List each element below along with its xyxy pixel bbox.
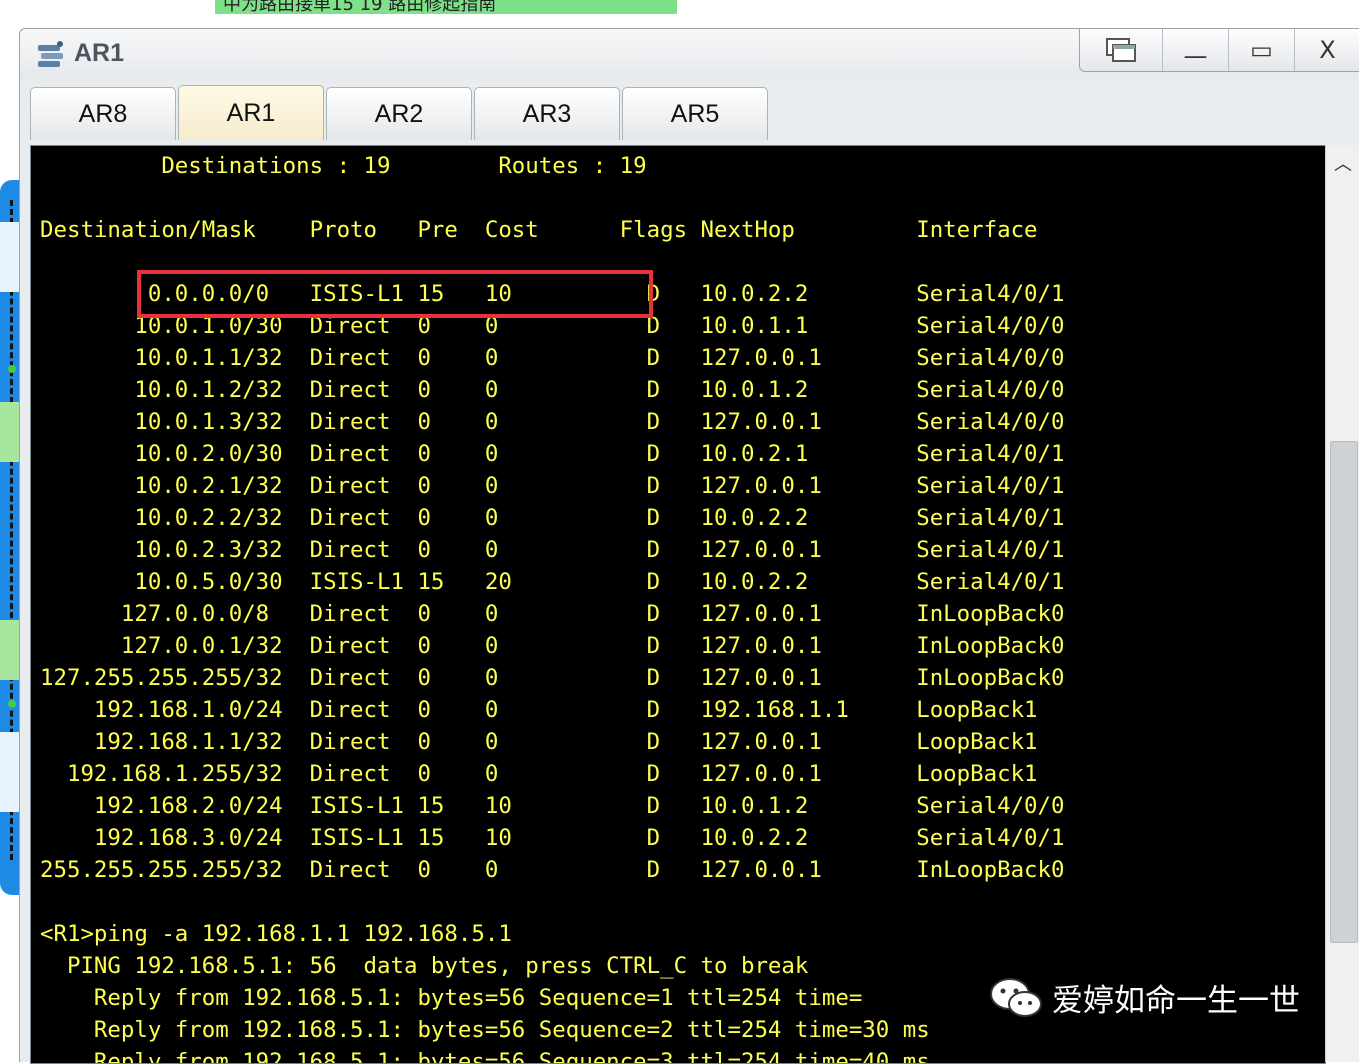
terminal-console[interactable]: Destinations : 19 Routes : 19 Destination… bbox=[30, 145, 1326, 1064]
restore-icon bbox=[1106, 38, 1136, 62]
close-icon: X bbox=[1319, 36, 1336, 64]
router-app-icon bbox=[38, 41, 63, 67]
terminal-line: 10.0.1.2/32 Direct 0 0 D 10.0.1.2 Serial… bbox=[40, 377, 1065, 403]
minimize-button[interactable]: — bbox=[1162, 29, 1228, 71]
scroll-up-icon[interactable]: ︿ bbox=[1326, 145, 1359, 181]
device-chip bbox=[0, 732, 20, 812]
tab-ar2[interactable]: AR2 bbox=[326, 87, 472, 140]
close-button[interactable]: X bbox=[1294, 29, 1359, 71]
terminal-line: <R1>ping -a 192.168.1.1 192.168.5.1 bbox=[40, 921, 512, 947]
terminal-line: 127.0.0.0/8 Direct 0 0 D 127.0.0.1 InLoo… bbox=[40, 601, 1065, 627]
tab-ar5[interactable]: AR5 bbox=[622, 87, 768, 140]
minimize-icon: — bbox=[1183, 42, 1208, 70]
device-tab-bar: AR8 AR1 AR2 AR3 AR5 bbox=[30, 85, 768, 141]
watermark: 爱婷如命一生一世 bbox=[988, 975, 1300, 1020]
restore-button[interactable] bbox=[1080, 29, 1162, 71]
terminal-line: 192.168.1.0/24 Direct 0 0 D 192.168.1.1 … bbox=[40, 697, 1038, 723]
tab-ar3[interactable]: AR3 bbox=[474, 87, 620, 140]
device-chip bbox=[0, 402, 20, 462]
maximize-icon: ▭ bbox=[1250, 36, 1273, 64]
terminal-line: 10.0.2.1/32 Direct 0 0 D 127.0.0.1 Seria… bbox=[40, 473, 1065, 499]
terminal-line: 192.168.1.255/32 Direct 0 0 D 127.0.0.1 … bbox=[40, 761, 1038, 787]
terminal-window: AR1 — ▭ X AR8AR1AR2AR3AR5 Destinatio bbox=[19, 28, 1359, 1064]
terminal-line: 10.0.2.3/32 Direct 0 0 D 127.0.0.1 Seria… bbox=[40, 537, 1065, 563]
terminal-line: 10.0.1.1/32 Direct 0 0 D 127.0.0.1 Seria… bbox=[40, 345, 1065, 371]
vertical-scrollbar[interactable]: ︿ bbox=[1325, 145, 1359, 1062]
device-chip bbox=[0, 620, 20, 680]
background-banner: 中为路由接单15 19 路由修起指南 bbox=[215, 0, 677, 14]
terminal-line: 127.255.255.255/32 Direct 0 0 D 127.0.0.… bbox=[40, 665, 1065, 691]
terminal-line: 10.0.5.0/30 ISIS-L1 15 20 D 10.0.2.2 Ser… bbox=[40, 569, 1065, 595]
terminal-line: 192.168.2.0/24 ISIS-L1 15 10 D 10.0.1.2 … bbox=[40, 793, 1065, 819]
terminal-line: 127.0.0.1/32 Direct 0 0 D 127.0.0.1 InLo… bbox=[40, 633, 1065, 659]
window-controls: — ▭ X bbox=[1079, 29, 1359, 72]
terminal-line: 255.255.255.255/32 Direct 0 0 D 127.0.0.… bbox=[40, 857, 1065, 883]
link-dot bbox=[8, 365, 16, 373]
terminal-line: 192.168.1.1/32 Direct 0 0 D 127.0.0.1 Lo… bbox=[40, 729, 1038, 755]
terminal-line: 10.0.2.2/32 Direct 0 0 D 10.0.2.2 Serial… bbox=[40, 505, 1065, 531]
scroll-thumb[interactable] bbox=[1330, 441, 1358, 943]
tab-ar8[interactable]: AR8 bbox=[30, 87, 176, 140]
link-dot bbox=[8, 700, 16, 708]
title-bar[interactable]: AR1 — ▭ X bbox=[20, 29, 1359, 79]
terminal-line: Destinations : 19 Routes : 19 bbox=[40, 153, 647, 179]
banner-text: 中为路由接单15 19 路由修起指南 bbox=[223, 0, 497, 14]
terminal-line: 192.168.3.0/24 ISIS-L1 15 10 D 10.0.2.2 … bbox=[40, 825, 1065, 851]
window-title: AR1 bbox=[74, 39, 125, 67]
wechat-icon bbox=[990, 977, 1042, 1017]
terminal-line: Destination/Mask Proto Pre Cost Flags Ne… bbox=[40, 217, 1038, 243]
watermark-text: 爱婷如命一生一世 bbox=[1052, 983, 1300, 1019]
maximize-button[interactable]: ▭ bbox=[1228, 29, 1294, 71]
terminal-line: 10.0.1.3/32 Direct 0 0 D 127.0.0.1 Seria… bbox=[40, 409, 1065, 435]
tab-ar1[interactable]: AR1 bbox=[178, 85, 324, 140]
terminal-line: Reply from 192.168.5.1: bytes=56 Sequenc… bbox=[40, 1049, 930, 1064]
default-route-highlight bbox=[137, 270, 653, 318]
terminal-line: 10.0.2.0/30 Direct 0 0 D 10.0.2.1 Serial… bbox=[40, 441, 1065, 467]
device-chip bbox=[0, 222, 20, 292]
